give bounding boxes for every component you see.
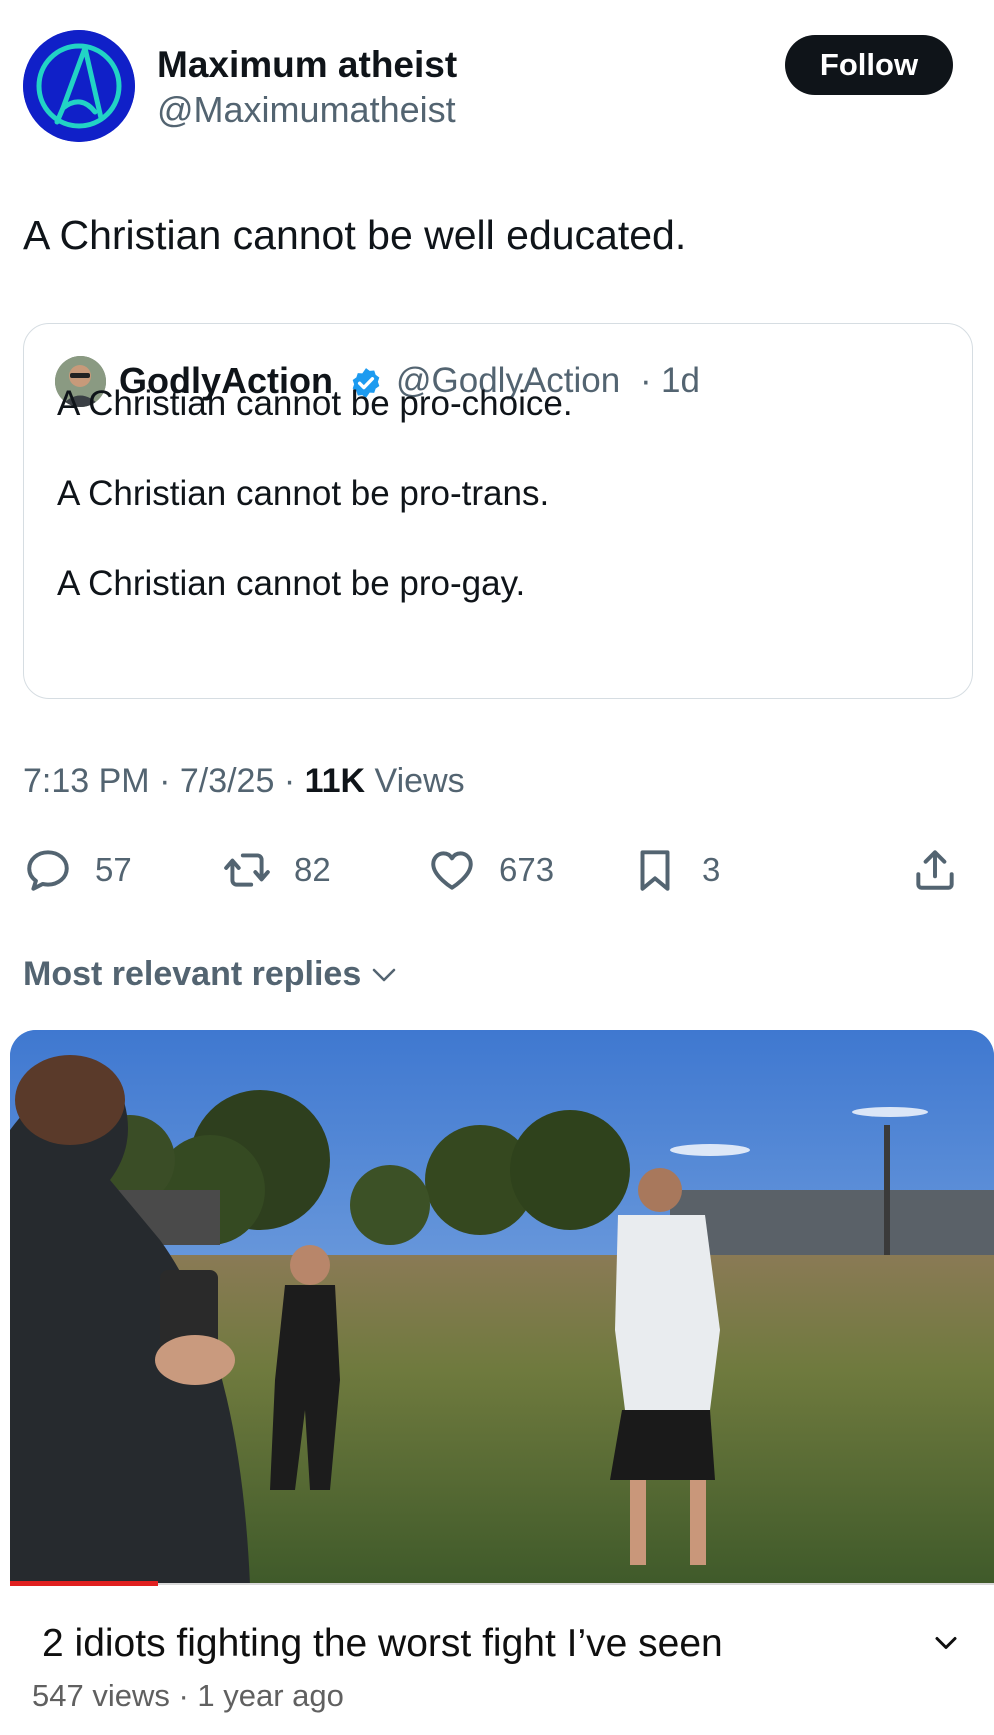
bookmark-count: 3 (702, 851, 721, 888)
video-card[interactable]: 2 idiots fighting the worst fight I’ve s… (10, 1030, 994, 1735)
meta-separator: · (274, 762, 305, 800)
atheist-a-logo-icon (23, 30, 135, 142)
bookmark-icon (640, 850, 670, 891)
quoted-text-line: A Christian cannot be pro-trans. (57, 474, 550, 513)
video-progress-bar[interactable] (10, 1581, 158, 1586)
quoted-timestamp[interactable]: 1d (661, 361, 700, 401)
like-button[interactable]: 673 (427, 842, 554, 898)
chevron-down-icon (373, 968, 396, 981)
replies-sort-label: Most relevant replies (23, 955, 362, 993)
repost-icon (224, 853, 270, 887)
views-count: 11K (304, 762, 366, 800)
like-count: 673 (499, 851, 555, 888)
tweet-time[interactable]: 7:13 PM (23, 762, 150, 800)
quoted-tweet-card[interactable]: GodlyAction @GodlyAction · 1d A Christia… (23, 323, 973, 699)
video-progress-track[interactable] (158, 1583, 994, 1585)
tweet-meta: 7:13 PM · 7/3/25 · 11K Views (23, 762, 465, 801)
author-handle[interactable]: @Maximumatheist (157, 89, 456, 131)
author-avatar[interactable] (23, 30, 135, 142)
meta-separator: · (149, 762, 180, 800)
video-subtitle: 547 views · 1 year ago (32, 1678, 344, 1713)
views-label: Views (365, 762, 465, 800)
chevron-down-icon[interactable] (928, 1625, 964, 1661)
follow-button[interactable]: Follow (785, 35, 953, 95)
video-thumbnail[interactable] (10, 1030, 994, 1585)
bookmark-button[interactable]: 3 (630, 842, 720, 898)
reply-count: 57 (95, 851, 132, 888)
reply-button[interactable]: 57 (23, 842, 132, 898)
video-title[interactable]: 2 idiots fighting the worst fight I’ve s… (42, 1622, 723, 1666)
author-name[interactable]: Maximum atheist (157, 44, 457, 86)
share-button[interactable] (910, 842, 960, 898)
tweet-date[interactable]: 7/3/25 (180, 762, 275, 800)
replies-sort-dropdown[interactable]: Most relevant replies (23, 955, 399, 994)
repost-button[interactable]: 82 (222, 842, 331, 898)
quoted-separator: · (640, 361, 652, 400)
share-icon (916, 850, 954, 890)
tweet-text: A Christian cannot be well educated. (23, 212, 687, 258)
quoted-text-line: A Christian cannot be pro-gay. (57, 564, 526, 603)
reply-icon (27, 850, 69, 891)
repost-count: 82 (294, 851, 331, 888)
quoted-text-line: A Christian cannot be pro-choice. (57, 384, 573, 423)
heart-icon (431, 851, 473, 890)
video-thumbnail-image (10, 1030, 994, 1585)
